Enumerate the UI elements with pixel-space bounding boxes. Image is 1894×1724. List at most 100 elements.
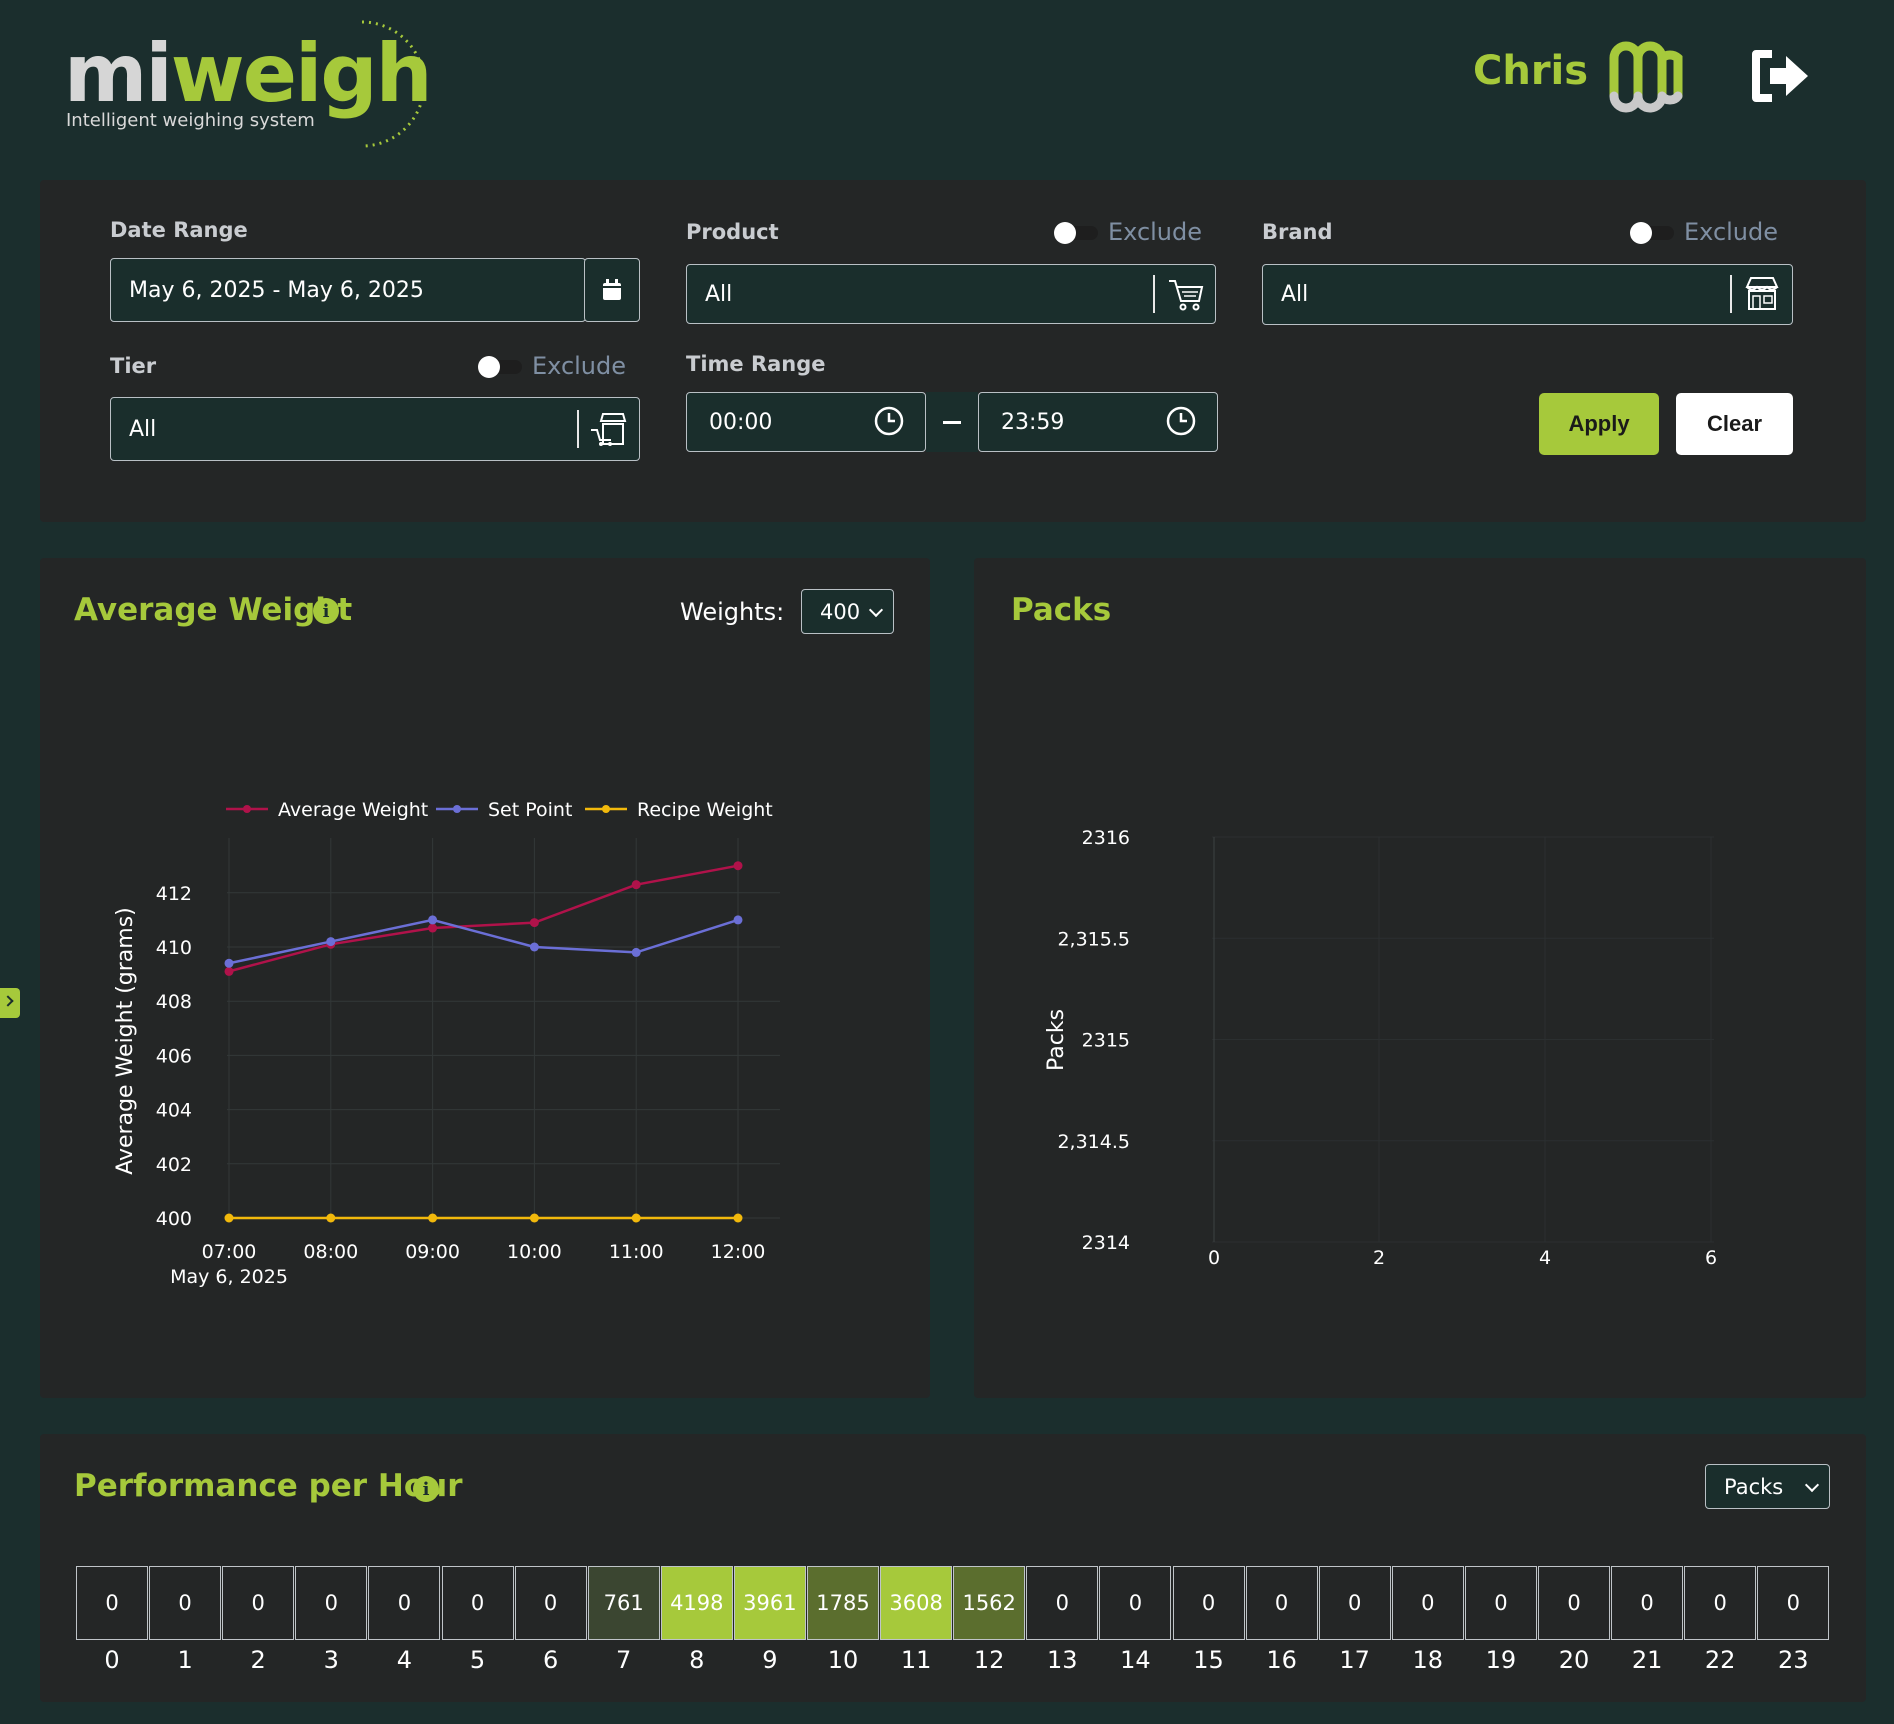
heatmap-cell-hour-15: 0 (1172, 1566, 1245, 1640)
time-start-input[interactable]: 00:00 (686, 392, 926, 452)
heatmap-cell-hour-22: 0 (1684, 1566, 1757, 1640)
heatmap-hour-label: 12 (973, 1646, 1005, 1674)
tier-exclude-toggle[interactable] (478, 356, 522, 378)
performance-title: Performance per Hour (74, 1468, 463, 1504)
heatmap-cell-hour-18: 0 (1391, 1566, 1464, 1640)
heatmap-hour-label: 17 (1339, 1646, 1370, 1674)
tier-store-icon (591, 413, 627, 446)
y-tick-label: 400 (156, 1208, 192, 1230)
x-tick-label: 08:00 (303, 1241, 358, 1263)
heatmap-hour-label: 2 (250, 1646, 266, 1674)
sidebar-expand-tab[interactable] (0, 988, 20, 1018)
chevron-down-icon (1804, 1477, 1820, 1492)
heatmap-cell-hour-21: 0 (1611, 1566, 1684, 1640)
user-avatar-icon[interactable] (1604, 36, 1686, 126)
x-tick-label: 6 (1705, 1247, 1717, 1269)
time-end-input[interactable]: 23:59 (978, 392, 1218, 452)
data-point (326, 937, 336, 947)
data-point (224, 966, 234, 976)
heatmap-hour-label: 13 (1047, 1646, 1078, 1674)
apply-button[interactable]: Apply (1539, 393, 1659, 455)
heatmap-hour-label: 0 (104, 1646, 120, 1674)
product-select[interactable]: All (686, 264, 1216, 324)
data-point (733, 915, 743, 925)
clear-button[interactable]: Clear (1676, 393, 1793, 455)
y-tick-label: 2314 (1082, 1232, 1130, 1254)
data-point (428, 1213, 438, 1223)
heatmap-hour-label: 6 (542, 1646, 559, 1674)
product-value: All (705, 281, 733, 307)
data-point (326, 1213, 336, 1223)
heatmap-cell-hour-14: 0 (1099, 1566, 1172, 1640)
time-end-value: 23:59 (1001, 409, 1065, 435)
x-tick-label: 12:00 (711, 1241, 766, 1263)
x-tick-label: 0 (1208, 1247, 1220, 1269)
calendar-button[interactable] (584, 258, 640, 322)
time-start-value: 00:00 (709, 409, 773, 435)
y-axis-label: Average Weight (grams) (113, 907, 138, 1175)
brand-select[interactable]: All (1262, 264, 1793, 325)
data-point (428, 915, 438, 925)
heatmap-cell-hour-19: 0 (1464, 1566, 1537, 1640)
legend-label: Average Weight (278, 799, 428, 821)
brand-value: All (1281, 282, 1309, 307)
y-tick-label: 402 (156, 1154, 192, 1176)
logout-icon[interactable] (1748, 48, 1812, 104)
user-name: Chris (1473, 48, 1589, 94)
heatmap-cell-hour-7: 761 (587, 1566, 660, 1640)
heatmap-cell-hour-8: 4198 (660, 1566, 733, 1640)
heatmap-hour-label: 3 (323, 1646, 339, 1674)
heatmap-cell-hour-16: 0 (1245, 1566, 1318, 1640)
heatmap-hour-label: 19 (1485, 1646, 1517, 1674)
performance-metric-select[interactable]: Packs (1705, 1464, 1830, 1509)
heatmap-hour-label: 18 (1412, 1646, 1444, 1674)
tier-exclude-label: Exclude (532, 352, 627, 380)
x-tick-label: 4 (1539, 1247, 1551, 1269)
performance-info-icon[interactable]: i (413, 1476, 439, 1502)
heatmap-hour-label: 11 (900, 1646, 932, 1674)
logo-tagline: Intelligent weighing system (66, 110, 315, 131)
x-tick-label: 10:00 (507, 1241, 562, 1263)
data-point (631, 880, 641, 890)
miweigh-logo: miweigh Intelligent weighing system (62, 18, 442, 158)
heatmap-cell-hour-2: 0 (222, 1566, 295, 1640)
y-tick-label: 412 (156, 883, 192, 905)
date-range-input[interactable]: May 6, 2025 - May 6, 2025 (110, 258, 586, 322)
data-point (224, 1213, 234, 1223)
x-tick-label: 07:00 (202, 1241, 257, 1263)
heatmap-cell-hour-6: 0 (514, 1566, 587, 1640)
heatmap-hour-label: 16 (1266, 1646, 1297, 1674)
data-point (224, 958, 234, 968)
brand-exclude-toggle[interactable] (1630, 222, 1674, 244)
x-sublabel: May 6, 2025 (170, 1266, 288, 1288)
heatmap-hour-label: 10 (827, 1646, 859, 1674)
tier-label: Tier (110, 354, 157, 378)
heatmap-cell-hour-20: 0 (1538, 1566, 1610, 1640)
clock-icon (874, 406, 904, 436)
heatmap-hour-label: 7 (616, 1646, 632, 1674)
packs-chart: 2316 2,315.5 2315 2,314.5 2314 0 2 4 6 Packs (1044, 827, 1717, 1269)
product-exclude-toggle[interactable] (1054, 222, 1098, 244)
brand-label: Brand (1262, 220, 1333, 244)
y-tick-label: 404 (156, 1100, 192, 1122)
heatmap-cell-hour-17: 0 (1318, 1566, 1391, 1640)
y-tick-label: 408 (156, 991, 192, 1013)
data-point (529, 1213, 539, 1223)
series-line (228, 864, 739, 973)
heatmap-cell-hour-1: 0 (149, 1566, 222, 1640)
calendar-icon (603, 279, 621, 300)
product-label: Product (686, 220, 779, 244)
y-tick-label: 2,315.5 (1057, 928, 1130, 950)
time-range-dash (926, 392, 978, 452)
heatmap-cell-hour-4: 0 (368, 1566, 441, 1640)
tier-select[interactable]: All (110, 397, 640, 461)
heatmap-cell-hour-0: 0 (76, 1566, 148, 1640)
heatmap-hour-label: 23 (1778, 1646, 1809, 1674)
y-tick-label: 2316 (1082, 827, 1130, 849)
heatmap-hour-label: 9 (762, 1646, 778, 1674)
heatmap-cell-hour-11: 3608 (880, 1566, 953, 1640)
heatmap-hour-label: 14 (1120, 1646, 1151, 1674)
heatmap-cell-hour-5: 0 (441, 1566, 514, 1640)
heatmap-hour-label: 8 (689, 1646, 705, 1674)
data-point (428, 923, 438, 933)
